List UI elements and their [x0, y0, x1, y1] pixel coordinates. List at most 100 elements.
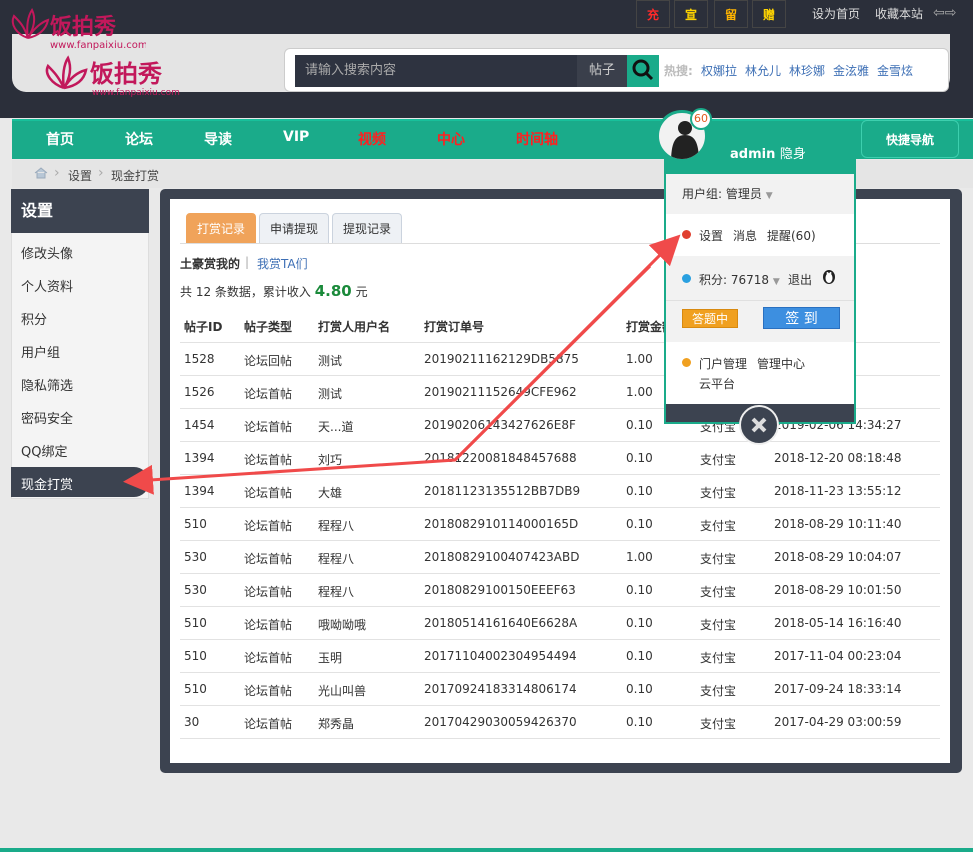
sidebar-item-qq[interactable]: QQ绑定 — [21, 441, 67, 460]
table-cell: 程程八 — [318, 585, 355, 599]
set-home-link[interactable]: 设为首页 — [806, 0, 866, 28]
user-group-label: 用户组: 管理员 — [682, 187, 762, 201]
table-cell: 论坛首帖 — [244, 387, 293, 401]
table-cell: 20190211162129DB5875 — [424, 352, 579, 366]
admin-center-link[interactable]: 管理中心 — [757, 355, 805, 372]
portal-admin-link[interactable]: 门户管理 — [699, 355, 747, 372]
table-cell: 20181220081848457688 — [424, 451, 577, 465]
hot-term[interactable]: 权娜拉 — [701, 62, 737, 79]
nav-video[interactable]: 视频 — [358, 129, 386, 149]
table-cell: 论坛回帖 — [244, 354, 293, 368]
search-type-select[interactable]: 帖子 — [577, 55, 627, 87]
table-cell: 2018-08-29 10:01:50 — [774, 583, 902, 597]
table-cell: 程程八 — [318, 552, 355, 566]
nav-timeline[interactable]: 时间轴 — [516, 129, 558, 149]
watermark-logo: 饭拍秀 www.fanpaixiu.com — [6, 6, 148, 51]
gift-link[interactable]: 赠送 — [752, 0, 786, 50]
sign-in-button[interactable]: 签 到 — [763, 307, 840, 329]
popup-admin-section — [666, 342, 854, 404]
table-cell: 1.00 — [626, 352, 653, 366]
nav-guide[interactable]: 导读 — [204, 129, 232, 149]
popup-messages-link[interactable]: 消息 — [733, 227, 757, 244]
search-button[interactable] — [627, 55, 659, 87]
table-cell: 20171104002304954494 — [424, 649, 577, 663]
popup-points[interactable]: 积分: 76718 ▼ — [699, 271, 780, 288]
summary-amount: 4.80 — [314, 282, 352, 300]
hot-search-label: 热搜: — [664, 64, 693, 78]
answer-button[interactable]: 答题中 — [682, 309, 738, 328]
tab-reward-records[interactable]: 打赏记录 — [186, 213, 257, 243]
nav-arrows-icon[interactable]: ⇦⇨ — [933, 5, 967, 23]
table-cell: 支付宝 — [700, 486, 737, 500]
close-popup-button[interactable] — [739, 405, 779, 445]
user-group[interactable]: 用户组: 管理员 ▼ — [682, 185, 773, 202]
table-cell: 0.10 — [626, 484, 653, 498]
sidebar-item-cash-reward-label: 现金打赏 — [21, 478, 74, 493]
table-cell: 刘巧 — [318, 453, 343, 467]
table-cell: 20170924183314806174 — [424, 682, 577, 696]
table-cell: 论坛首帖 — [244, 552, 293, 566]
table-cell: 510 — [184, 517, 207, 531]
table-cell: 测试 — [318, 354, 343, 368]
table-cell: 20180829100407423ABD — [424, 550, 580, 564]
table-cell: 0.10 — [626, 517, 653, 531]
bookmark-link[interactable]: 收藏本站 — [870, 0, 928, 28]
table-cell: 510 — [184, 649, 207, 663]
footer-line — [0, 848, 973, 852]
filter-separator: | — [245, 255, 250, 269]
table-cell: 论坛首帖 — [244, 519, 293, 533]
table-cell: 530 — [184, 550, 207, 564]
table-cell: 2017-09-24 18:33:14 — [774, 682, 902, 696]
chevron-down-icon: ▼ — [772, 277, 780, 287]
username[interactable]: admin — [730, 147, 775, 162]
table-cell: 0.10 — [626, 715, 653, 729]
hot-term[interactable]: 林珍娜 — [789, 62, 825, 79]
online-status[interactable]: 隐身 — [780, 147, 806, 162]
topup-link[interactable]: 充值 — [636, 0, 670, 50]
quick-nav-button[interactable]: 快捷导航 — [861, 120, 959, 158]
table-cell: 20180514161640E6628A — [424, 616, 578, 630]
sidebar-item-avatar[interactable]: 修改头像 — [21, 243, 73, 262]
nav-vip[interactable]: VIP — [283, 129, 309, 145]
penguin-icon[interactable] — [822, 268, 836, 284]
tab-apply-withdraw[interactable]: 申请提现 — [259, 213, 330, 243]
popup-reminders-link[interactable]: 提醒(60) — [767, 227, 816, 244]
nav-center[interactable]: 中心 — [437, 129, 465, 149]
svg-text:www.fanpaixiu.com: www.fanpaixiu.com — [50, 40, 146, 50]
hot-term[interactable]: 金雪炫 — [877, 62, 913, 79]
table-cell: 1394 — [184, 451, 215, 465]
table-cell: 测试 — [318, 387, 343, 401]
logout-link[interactable]: 退出 — [788, 271, 812, 288]
table-cell: 支付宝 — [700, 453, 737, 467]
breadcrumb-settings[interactable]: 设置 — [68, 167, 92, 184]
search-icon — [632, 59, 654, 81]
cloud-platform-link[interactable]: 云平台 — [699, 375, 735, 392]
blue-dot-icon — [682, 274, 691, 283]
search-input[interactable]: 请输入搜索内容 — [295, 55, 577, 87]
home-icon[interactable] — [34, 167, 48, 179]
table-cell: 支付宝 — [700, 618, 737, 632]
table-cell: 0.10 — [626, 616, 653, 630]
table-cell: 2018-11-23 13:55:12 — [774, 484, 902, 498]
table-cell: 20170429030059426370 — [424, 715, 577, 729]
hot-term[interactable]: 金泫雅 — [833, 62, 869, 79]
sidebar-item-password[interactable]: 密码安全 — [21, 408, 73, 427]
sidebar-item-privacy[interactable]: 隐私筛选 — [21, 375, 73, 394]
sidebar-item-points[interactable]: 积分 — [21, 309, 47, 328]
sidebar-item-usergroup[interactable]: 用户组 — [21, 342, 60, 361]
table-cell: 510 — [184, 616, 207, 630]
table-cell: 论坛首帖 — [244, 585, 293, 599]
nav-forum[interactable]: 论坛 — [125, 129, 153, 149]
nav-home[interactable]: 首页 — [46, 129, 74, 149]
notification-badge[interactable]: 60 — [690, 108, 712, 130]
filter-received[interactable]: 土豪赏我的 — [180, 255, 240, 272]
table-cell: 20180829100150EEEF63 — [424, 583, 576, 597]
site-logo[interactable]: 饭拍秀 www.fanpaixiu.com — [40, 52, 190, 100]
sidebar-item-profile[interactable]: 个人资料 — [21, 276, 73, 295]
popup-settings-link[interactable]: 设置 — [699, 227, 723, 244]
promote-link[interactable]: 宣传 — [674, 0, 708, 50]
filter-given[interactable]: 我赏TA们 — [257, 255, 308, 272]
tab-withdraw-records[interactable]: 提现记录 — [332, 213, 403, 243]
hot-term[interactable]: 林允儿 — [745, 62, 781, 79]
message-link[interactable]: 留言 — [714, 0, 748, 50]
